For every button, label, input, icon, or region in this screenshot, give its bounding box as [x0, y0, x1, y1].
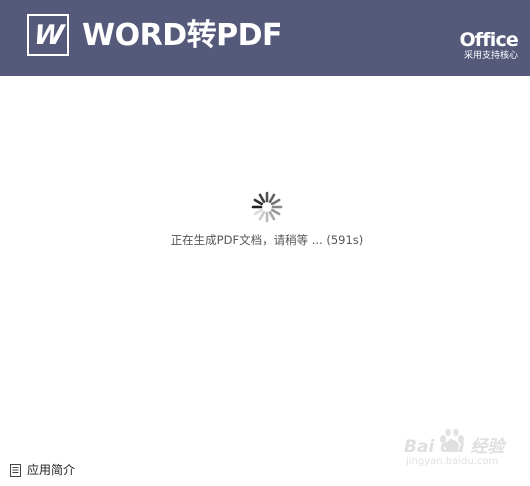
loading-spinner-icon — [251, 191, 283, 223]
spinner-spoke — [258, 210, 266, 221]
spinner-spoke — [268, 210, 276, 221]
spinner-spoke — [268, 193, 276, 204]
logo-letter: W — [32, 19, 64, 51]
spinner-spoke — [270, 198, 281, 206]
office-brand-subtitle: 采用支持核心 — [463, 51, 518, 61]
conversion-status-text: 正在生成PDF文档，请稍等 ... (591s) — [170, 233, 364, 247]
watermark-brand: Bai du 经验 — [404, 437, 505, 457]
spinner-spoke — [253, 208, 264, 216]
app-intro-label: 应用简介 — [27, 463, 76, 477]
spinner-spoke — [253, 198, 264, 206]
baidu-jingyan-watermark: Bai du 经验 jingyan.baidu.com — [404, 428, 516, 474]
header-banner: W WORD转PDF Office 采用支持核心 — [0, 0, 530, 76]
spinner-spoke — [258, 193, 266, 204]
app-window: W WORD转PDF Office 采用支持核心 正在生成PDF文档，请稍等 .… — [0, 0, 530, 486]
office-brand-word: Office — [459, 29, 518, 51]
spinner-spoke — [270, 208, 281, 216]
watermark-url: jingyan.baidu.com — [406, 456, 499, 467]
app-title: WORD转PDF — [82, 18, 282, 53]
app-intro-link[interactable]: 应用简介 — [10, 462, 75, 478]
office-brand-logo: Office 采用支持核心 — [459, 30, 518, 62]
document-icon — [10, 463, 21, 477]
word-logo-icon: W — [27, 14, 69, 56]
